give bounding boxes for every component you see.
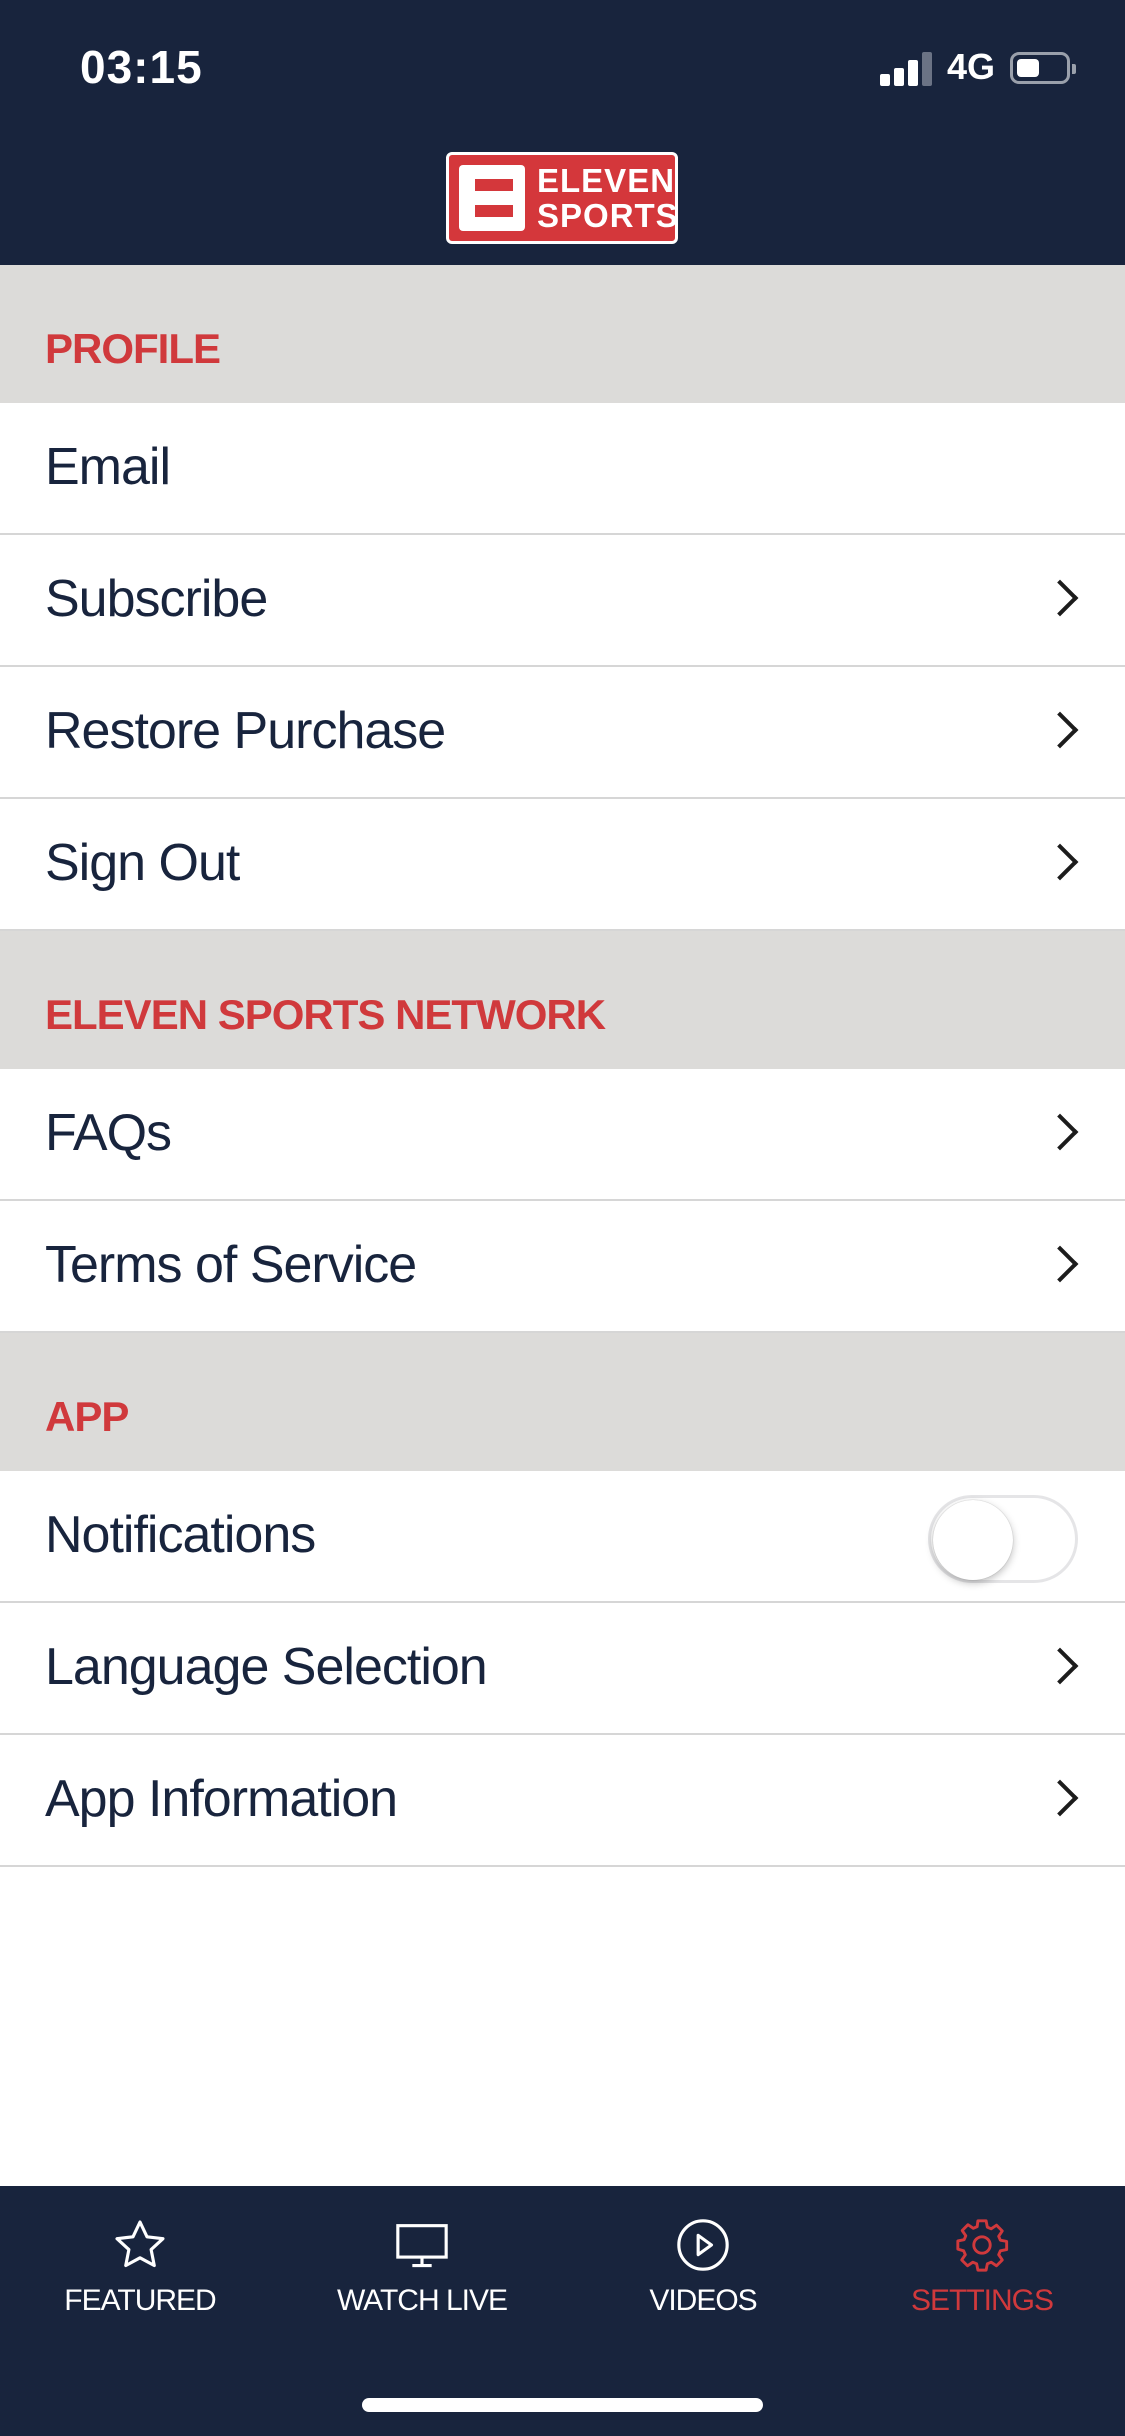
section-header-profile: PROFILE: [0, 265, 1125, 403]
section-header-network: ELEVEN SPORTS NETWORK: [0, 931, 1125, 1069]
row-language-selection[interactable]: Language Selection: [0, 1603, 1125, 1735]
chevron-right-icon: [1041, 711, 1079, 749]
section-title-network: ELEVEN SPORTS NETWORK: [45, 991, 606, 1038]
app-header: 03:15 4G ELEVEN SPORTS: [0, 0, 1125, 265]
gear-icon: [956, 2219, 1009, 2272]
chevron-right-icon: [1041, 1245, 1079, 1283]
section-title-profile: PROFILE: [45, 325, 221, 372]
row-restore-purchase[interactable]: Restore Purchase: [0, 667, 1125, 799]
chevron-right-icon: [1041, 1647, 1079, 1685]
tab-label-videos: VIDEOS: [649, 2284, 757, 2317]
status-time: 03:15: [80, 41, 203, 93]
tab-label-watch-live: WATCH LIVE: [336, 2284, 508, 2317]
tab-label-settings: SETTINGS: [910, 2284, 1054, 2317]
eleven-sports-logo: ELEVEN SPORTS: [446, 152, 678, 244]
monitor-icon: [396, 2224, 448, 2268]
network-type: 4G: [947, 46, 996, 87]
row-label-app-information: App Information: [45, 1770, 398, 1828]
row-label-faqs: FAQs: [45, 1104, 172, 1162]
home-indicator[interactable]: [362, 2398, 763, 2412]
row-label-restore-purchase: Restore Purchase: [45, 702, 446, 760]
row-label-terms-of-service: Terms of Service: [45, 1236, 417, 1294]
row-label-email: Email: [45, 438, 171, 496]
section-title-app: APP: [45, 1393, 129, 1440]
tab-label-featured: FEATURED: [64, 2284, 216, 2317]
row-label-subscribe: Subscribe: [45, 570, 268, 628]
chevron-right-icon: [1041, 579, 1079, 617]
section-header-app: APP: [0, 1333, 1125, 1471]
logo-line-2: SPORTS: [537, 197, 679, 234]
logo-text: ELEVEN SPORTS: [537, 162, 679, 234]
row-email[interactable]: Email: [0, 403, 1125, 535]
logo-mark-icon: [459, 165, 525, 231]
row-label-notifications: Notifications: [45, 1506, 316, 1564]
toggle-knob: [933, 1500, 1013, 1580]
star-icon: [115, 2220, 165, 2268]
tab-featured[interactable]: FEATURED: [15, 2216, 265, 2336]
signal-strength-icon: [880, 52, 932, 86]
logo-line-1: ELEVEN: [537, 162, 676, 199]
row-app-information[interactable]: App Information: [0, 1735, 1125, 1867]
tab-settings[interactable]: SETTINGS: [857, 2216, 1107, 2336]
row-notifications: Notifications: [0, 1471, 1125, 1603]
chevron-right-icon: [1041, 843, 1079, 881]
play-circle-icon: [677, 2219, 729, 2271]
battery-icon: [1010, 52, 1076, 84]
row-label-language-selection: Language Selection: [45, 1638, 488, 1696]
row-terms-of-service[interactable]: Terms of Service: [0, 1201, 1125, 1333]
tab-videos[interactable]: VIDEOS: [578, 2216, 828, 2336]
tab-watch-live[interactable]: WATCH LIVE: [297, 2216, 547, 2336]
row-faqs[interactable]: FAQs: [0, 1069, 1125, 1201]
row-sign-out[interactable]: Sign Out: [0, 799, 1125, 931]
notifications-toggle[interactable]: [928, 1495, 1078, 1583]
chevron-right-icon: [1041, 1779, 1079, 1817]
chevron-right-icon: [1041, 1113, 1079, 1151]
row-subscribe[interactable]: Subscribe: [0, 535, 1125, 667]
row-label-sign-out: Sign Out: [45, 834, 240, 892]
